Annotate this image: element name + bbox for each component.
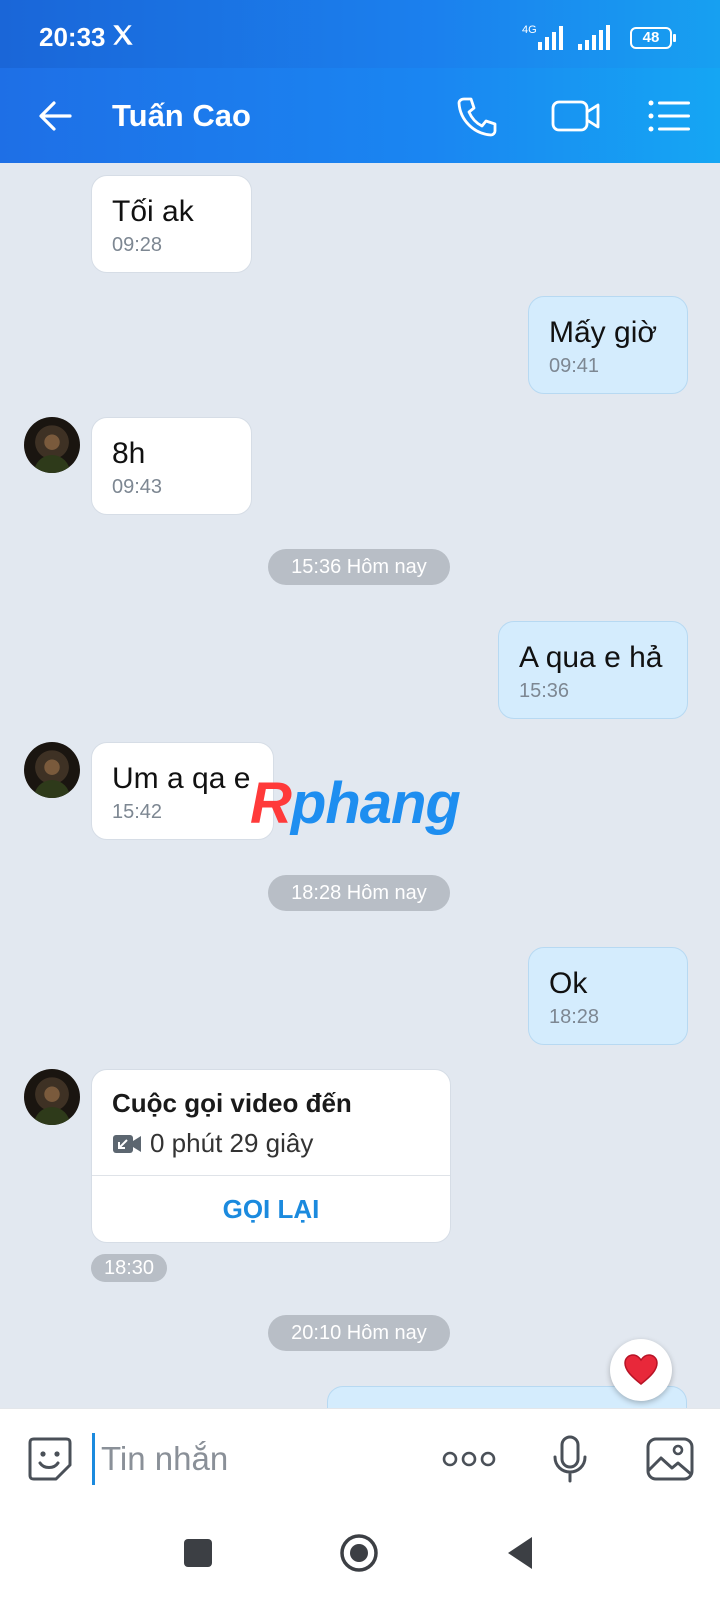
battery-icon: 48	[630, 27, 676, 49]
date-separator: 18:28 Hôm nay	[268, 875, 450, 911]
phone-call-icon[interactable]	[454, 94, 500, 138]
message-text: Um a qa e	[112, 762, 251, 795]
message-time: 18:28	[549, 1006, 600, 1028]
date-separator: 15:36 Hôm nay	[268, 549, 450, 585]
call-title: Cuộc gọi video đến	[112, 1088, 352, 1118]
video-call-icon[interactable]	[550, 94, 602, 138]
message-incoming[interactable]: Um a qa e 15:42	[91, 742, 274, 840]
video-call-card: Cuộc gọi video đến 0 phút 29 giây GỌI LẠ…	[91, 1069, 451, 1243]
message-text: Mấy giờ	[549, 316, 658, 349]
signal-icon	[538, 26, 563, 50]
message-text: 8h	[112, 437, 146, 470]
date-separator: 20:10 Hôm nay	[268, 1315, 450, 1351]
emoji-sticker-icon[interactable]	[24, 1433, 76, 1485]
message-text: A qua e hả	[519, 641, 663, 674]
message-outgoing[interactable]: Ok 18:28	[528, 947, 688, 1045]
avatar[interactable]	[24, 417, 80, 473]
image-gallery-icon[interactable]	[644, 1433, 696, 1485]
message-incoming[interactable]: 8h 09:43	[91, 417, 252, 515]
more-options-icon[interactable]	[440, 1433, 498, 1485]
avatar[interactable]	[24, 742, 80, 798]
home-icon[interactable]	[338, 1532, 380, 1574]
message-time: 09:43	[112, 476, 163, 498]
message-time: 09:41	[549, 355, 600, 377]
back-arrow-icon[interactable]	[36, 96, 76, 136]
microphone-icon[interactable]	[544, 1433, 596, 1485]
heart-icon	[624, 1354, 658, 1385]
message-text: Tối ak	[112, 195, 194, 228]
avatar[interactable]	[24, 1069, 80, 1125]
recent-apps-icon[interactable]	[177, 1532, 219, 1574]
message-time: 15:36	[519, 680, 570, 702]
system-nav-bar	[0, 1508, 720, 1600]
status-bar: 20:33 4G 48	[0, 0, 720, 68]
message-input-bar	[0, 1408, 720, 1509]
incoming-video-icon	[113, 1135, 141, 1153]
message-outgoing[interactable]: Mấy giờ 09:41	[528, 296, 688, 394]
reaction-heart-button[interactable]	[610, 1339, 672, 1401]
message-time: 15:42	[112, 801, 163, 823]
message-text: Ok	[549, 967, 588, 1000]
message-time: 09:28	[112, 234, 163, 256]
call-time: 18:30	[91, 1254, 167, 1282]
back-triangle-icon[interactable]	[500, 1532, 542, 1574]
contact-name[interactable]: Tuấn Cao	[112, 98, 251, 134]
menu-list-icon[interactable]	[646, 94, 692, 138]
status-time: 20:33	[39, 22, 106, 52]
x-logo-icon	[113, 25, 133, 45]
signal-icon-2	[578, 25, 610, 50]
call-back-button[interactable]: GỌI LẠI	[92, 1176, 450, 1242]
message-outgoing[interactable]: A qua e hả 15:36	[498, 621, 688, 719]
chat-header: Tuấn Cao	[0, 68, 720, 163]
message-input[interactable]	[92, 1433, 392, 1485]
message-incoming[interactable]: Tối ak 09:28	[91, 175, 252, 273]
watermark-logo: Rphang	[250, 771, 461, 836]
call-duration: 0 phút 29 giây	[150, 1128, 314, 1158]
